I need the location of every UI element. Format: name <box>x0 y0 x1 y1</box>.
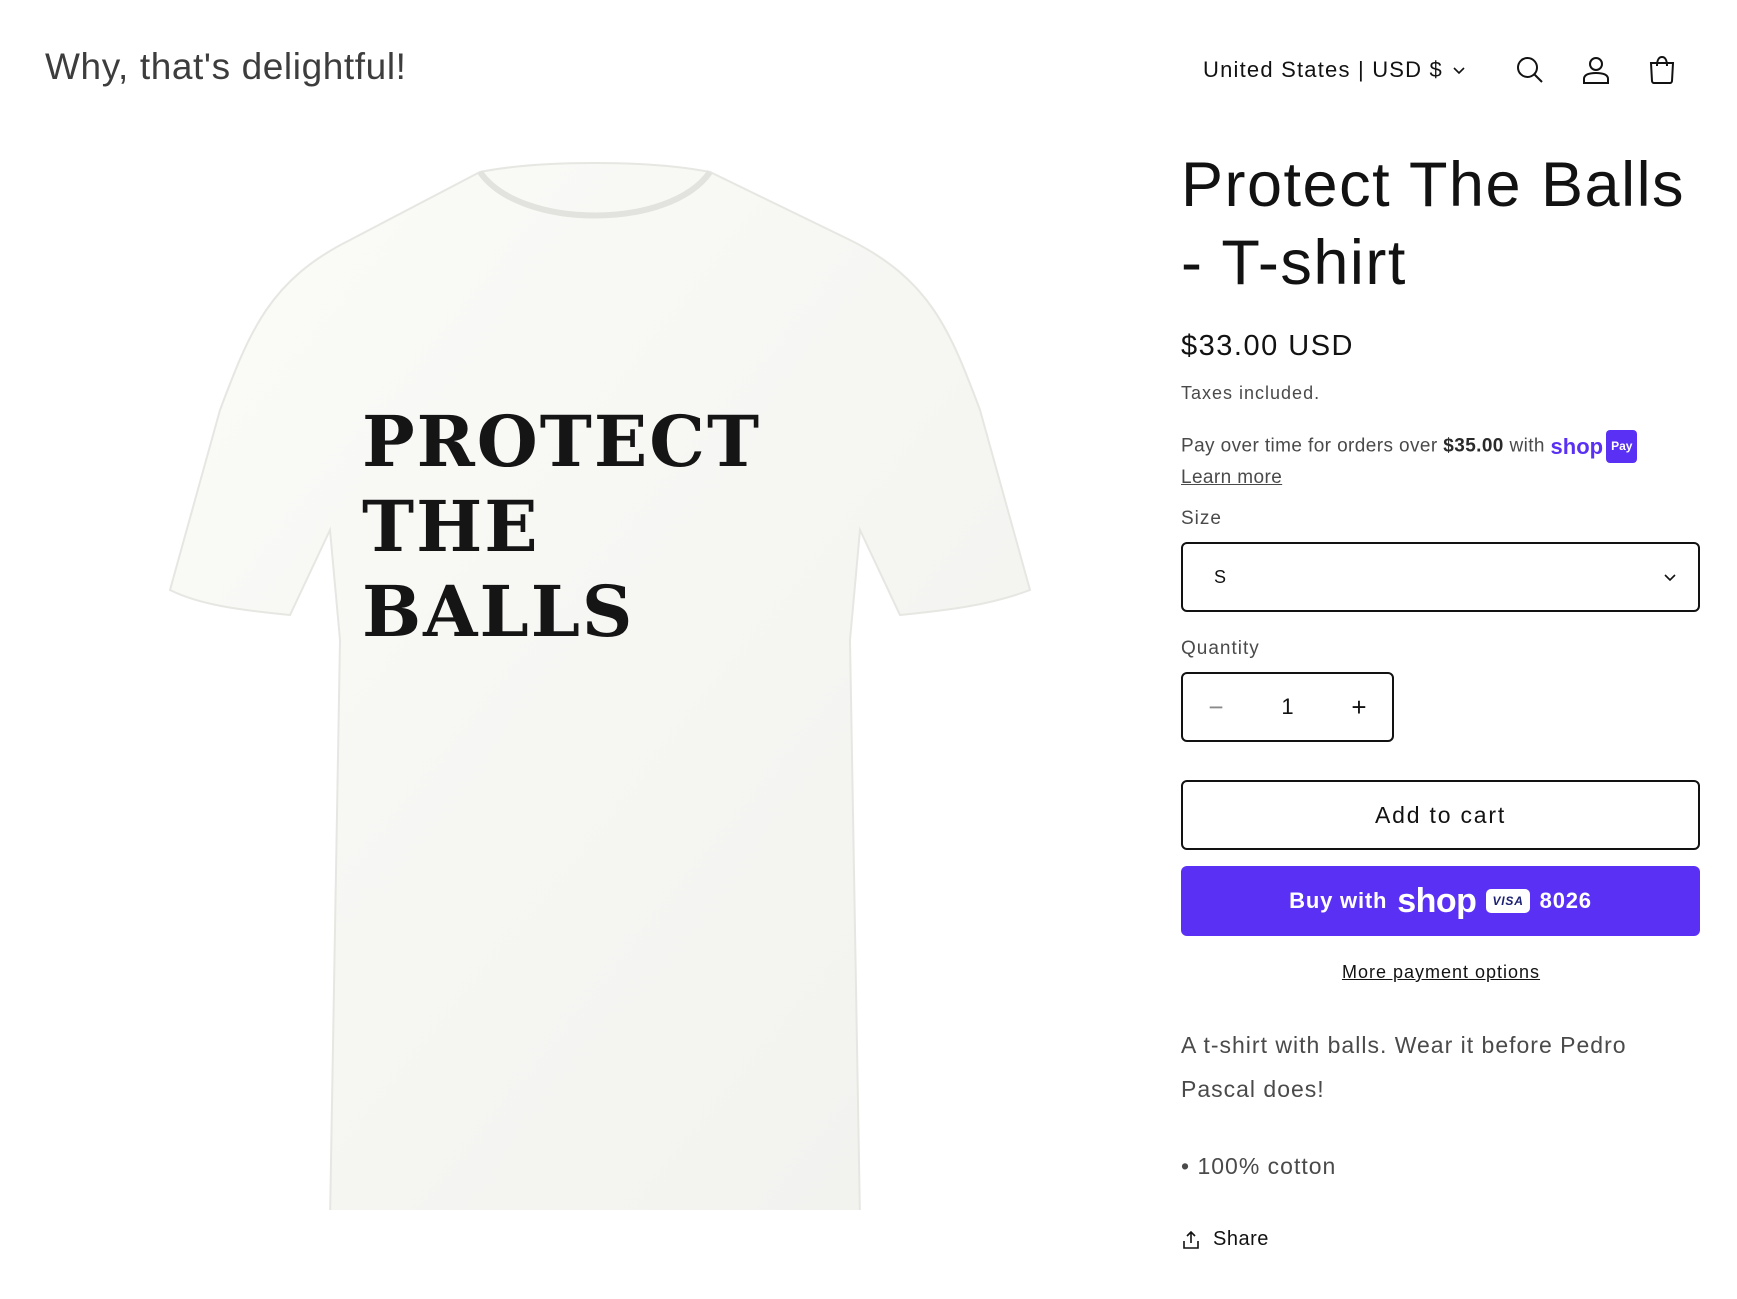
search-button[interactable] <box>1497 42 1563 98</box>
cart-icon <box>1649 55 1675 84</box>
shirt-print-line-1: PROTECT <box>362 400 761 483</box>
buy-with-label: Buy with <box>1289 888 1388 913</box>
buy-with-shop-button[interactable]: Buy with shop VISA 8026 <box>1181 866 1700 936</box>
shop-pay-wordmark: shop <box>1550 434 1604 459</box>
installments-suffix: with <box>1503 435 1545 457</box>
chevron-down-icon <box>1664 574 1676 582</box>
share-button[interactable]: Share <box>1181 1228 1701 1251</box>
product-title: Protect The Balls - T-shirt <box>1181 150 1686 298</box>
quantity-input[interactable]: 1 <box>1249 694 1326 720</box>
visa-card-icon: VISA <box>1486 889 1530 913</box>
shirt-print-line-3: BALLS <box>362 570 634 653</box>
shop-pay-badge: Pay <box>1606 430 1638 463</box>
share-label: Share <box>1213 1228 1269 1250</box>
product-feature-bullet: • 100% cotton <box>1181 1153 1337 1179</box>
chevron-down-icon <box>1453 67 1465 75</box>
account-icon <box>1583 57 1609 84</box>
store-logo[interactable]: Why, that's delightful! <box>45 46 407 88</box>
share-icon <box>1183 1230 1199 1249</box>
more-payment-options-link[interactable]: More payment options <box>1342 962 1540 982</box>
installments-prefix: Pay over time for orders over <box>1181 435 1444 457</box>
installments-amount: $35.00 <box>1443 435 1504 457</box>
header-actions: United States | USD $ <box>1203 42 1695 98</box>
size-selected-value: S <box>1214 566 1227 587</box>
product-price: $33.00 USD <box>1181 330 1354 362</box>
learn-more-link[interactable]: Learn more <box>1181 467 1282 488</box>
account-button[interactable] <box>1563 42 1629 98</box>
installments-banner: Pay over time for orders over $35.00 wit… <box>1181 430 1701 492</box>
size-select[interactable]: S <box>1181 542 1700 612</box>
tshirt-shape <box>168 162 1032 1221</box>
card-last-four: 8026 <box>1539 888 1592 913</box>
country-currency-selector[interactable]: United States | USD $ <box>1203 57 1467 83</box>
quantity-decrease-button[interactable]: − <box>1183 674 1249 740</box>
search-icon <box>1517 57 1543 83</box>
product-info: Protect The Balls - T-shirt $33.00 USD T… <box>1181 146 1701 1251</box>
quantity-stepper: − 1 + <box>1181 672 1394 742</box>
quantity-label: Quantity <box>1181 638 1260 659</box>
shirt-print-line-2: THE <box>362 485 540 568</box>
tshirt-image: PROTECT THE BALLS <box>168 162 1032 1221</box>
product-description: A t-shirt with balls. Wear it before Ped… <box>1181 1032 1627 1102</box>
cart-button[interactable] <box>1629 42 1695 98</box>
quantity-increase-button[interactable]: + <box>1326 674 1392 740</box>
size-label: Size <box>1181 508 1222 529</box>
shop-wordmark: shop <box>1397 881 1477 920</box>
shop-pay-logo: shop Pay <box>1551 430 1638 463</box>
more-payment-options: More payment options <box>1181 962 1701 983</box>
site-header: Why, that's delightful! United States | … <box>0 0 1737 140</box>
country-currency-label: United States | USD $ <box>1202 57 1443 82</box>
add-to-cart-button[interactable]: Add to cart <box>1181 780 1700 850</box>
product-image[interactable]: PROTECT THE BALLS <box>150 160 1050 1221</box>
taxes-note: Taxes included. <box>1181 383 1321 403</box>
